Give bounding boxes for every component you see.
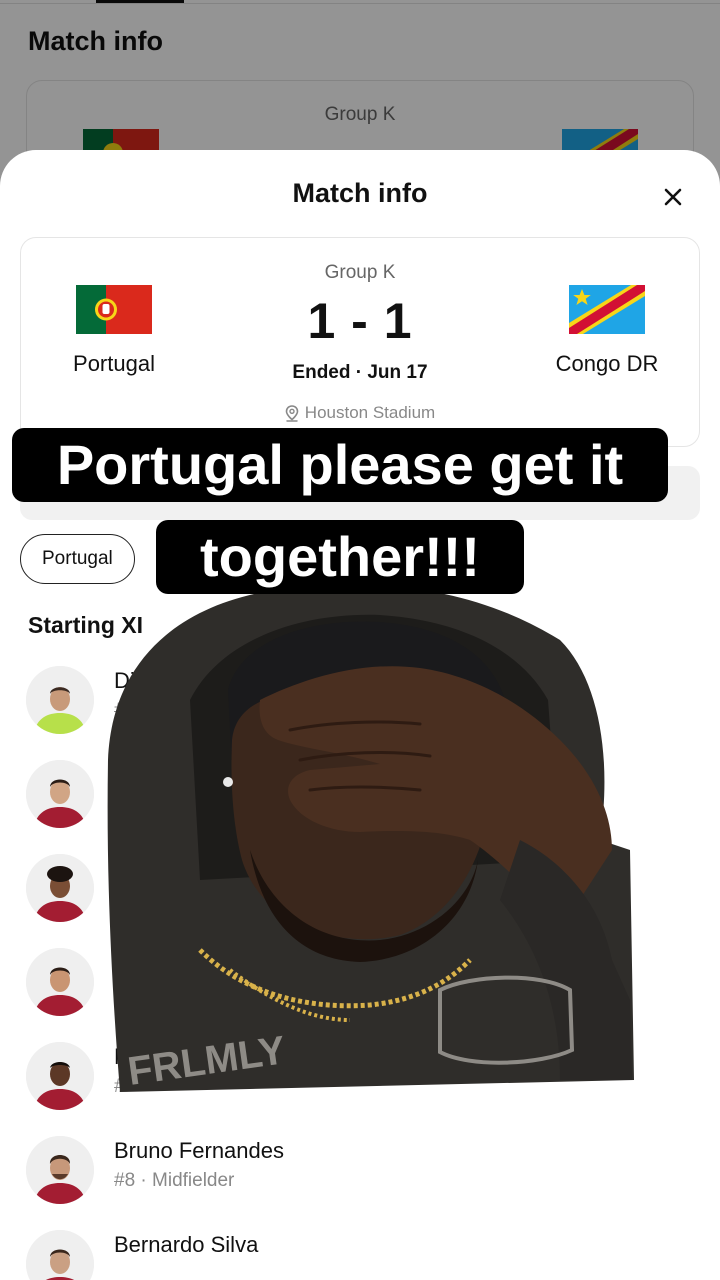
player-name: Bernardo Silva: [114, 1232, 259, 1257]
match-info-sheet: Match info Group K Portugal 1 - 1 Congo …: [0, 150, 720, 1280]
player-avatar-icon: [26, 948, 94, 1016]
player-avatar-icon: [26, 1230, 94, 1280]
player-avatar-icon: [26, 854, 94, 922]
player-row[interactable]: N #: [26, 1042, 686, 1112]
close-button[interactable]: [656, 180, 690, 214]
venue-name: Houston Stadium: [304, 403, 436, 422]
match-card: Group K Portugal 1 - 1 Congo DR Ended · …: [20, 237, 700, 447]
close-icon: [664, 188, 682, 206]
player-row[interactable]: Bernardo Silva: [26, 1230, 686, 1280]
player-row[interactable]: Bruno Fernandes #8 · Midfielder: [26, 1136, 686, 1206]
player-avatar: [26, 948, 94, 1016]
caption-line-1: Portugal please get it: [12, 428, 668, 502]
group-label: Group K: [324, 262, 396, 283]
player-avatar-icon: [26, 760, 94, 828]
player-avatar: [26, 1230, 94, 1280]
congo-dr-flag-icon: [569, 285, 645, 334]
player-name: Bruno Fernandes: [114, 1138, 284, 1163]
match-status: Ended · Jun 17: [292, 362, 428, 383]
player-avatar: [26, 854, 94, 922]
player-avatar: [26, 1136, 94, 1204]
player-row[interactable]: Diog #1: [26, 666, 686, 736]
player-row[interactable]: [26, 760, 686, 830]
player-avatar: [26, 1042, 94, 1110]
player-meta: #: [114, 982, 125, 1003]
player-name: N: [114, 1044, 130, 1069]
caption-line-2: together!!!: [156, 520, 524, 594]
player-avatar: [26, 760, 94, 828]
venue-row: Houston Stadium: [21, 403, 699, 423]
player-row[interactable]: [26, 854, 686, 924]
player-row[interactable]: #: [26, 948, 686, 1018]
player-avatar-icon: [26, 1042, 94, 1110]
sheet-title: Match info: [292, 178, 428, 208]
starting-xi-title: Starting XI: [28, 612, 144, 638]
player-avatar: [26, 666, 94, 734]
team-filter-chip[interactable]: Portugal: [20, 534, 135, 584]
player-name: Diog: [114, 668, 160, 693]
player-meta: #: [114, 1076, 125, 1097]
player-meta: #1: [114, 700, 136, 721]
goalkeeper-avatar-icon: [26, 666, 94, 734]
player-avatar-icon: [26, 1136, 94, 1204]
player-meta: #8 · Midfielder: [114, 1170, 235, 1191]
location-pin-icon: [285, 404, 299, 422]
